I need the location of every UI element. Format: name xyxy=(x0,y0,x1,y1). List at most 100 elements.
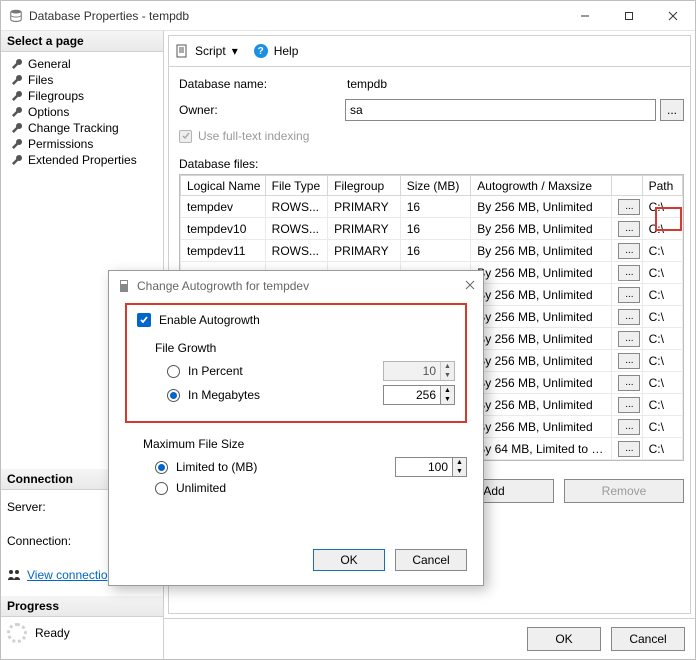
enable-autogrowth-checkbox[interactable]: Enable Autogrowth xyxy=(137,313,455,327)
autogrowth-edit-button[interactable]: ... xyxy=(618,221,640,237)
remove-button: Remove xyxy=(564,479,684,503)
close-button[interactable] xyxy=(651,1,695,31)
wrench-icon xyxy=(11,106,23,118)
limited-radio[interactable] xyxy=(155,461,168,474)
sidebar-item-filegroups[interactable]: Filegroups xyxy=(5,88,159,104)
autogrowth-edit-button[interactable]: ... xyxy=(618,243,640,259)
connection-icon xyxy=(7,569,23,581)
table-cell: tempdev11 xyxy=(181,240,266,262)
sidebar-item-options[interactable]: Options xyxy=(5,104,159,120)
owner-label: Owner: xyxy=(179,103,345,117)
dbname-label: Database name: xyxy=(179,77,345,91)
progress-status: Ready xyxy=(35,626,70,640)
table-cell: C:\ xyxy=(642,372,682,394)
table-cell: C:\ xyxy=(642,306,682,328)
column-header[interactable]: Filegroup xyxy=(328,176,401,196)
table-cell: 16 xyxy=(400,196,471,218)
sidebar-item-label: Permissions xyxy=(28,137,93,151)
sidebar-item-label: Change Tracking xyxy=(28,121,119,135)
table-cell: ROWS... xyxy=(265,218,327,240)
maxsize-group-label: Maximum File Size xyxy=(143,437,467,451)
table-cell: C:\ xyxy=(642,196,682,218)
owner-input[interactable] xyxy=(345,99,656,121)
sidebar-item-extended-properties[interactable]: Extended Properties xyxy=(5,152,159,168)
autogrowth-edit-button[interactable]: ... xyxy=(618,309,640,325)
unlimited-label: Unlimited xyxy=(176,481,226,495)
select-page-header: Select a page xyxy=(1,31,163,52)
table-cell: C:\ xyxy=(642,218,682,240)
column-header[interactable]: Size (MB) xyxy=(400,176,471,196)
in-megabytes-radio[interactable] xyxy=(167,389,180,402)
script-dropdown[interactable]: ▾ xyxy=(232,44,238,58)
wrench-icon xyxy=(11,122,23,134)
dialog-cancel-button[interactable]: Cancel xyxy=(395,549,467,571)
column-header[interactable]: File Type xyxy=(265,176,327,196)
sidebar-item-change-tracking[interactable]: Change Tracking xyxy=(5,120,159,136)
table-cell: C:\ xyxy=(642,262,682,284)
table-row[interactable]: tempdevROWS...PRIMARY16By 256 MB, Unlimi… xyxy=(181,196,683,218)
highlight-filegrowth-section: Enable Autogrowth File Growth In Percent… xyxy=(125,303,467,423)
megabytes-input[interactable]: 256 ▲▼ xyxy=(383,385,455,405)
autogrowth-dialog: Change Autogrowth for tempdev Enable Aut… xyxy=(108,270,484,586)
help-button[interactable]: Help xyxy=(274,44,299,58)
dialog-close-button[interactable] xyxy=(465,279,475,293)
dbname-value: tempdb xyxy=(345,77,387,91)
autogrowth-edit-button[interactable]: ... xyxy=(618,397,640,413)
in-percent-radio[interactable] xyxy=(167,365,180,378)
titlebar: Database Properties - tempdb xyxy=(1,1,695,31)
script-button[interactable]: Script xyxy=(195,44,226,58)
owner-browse-button[interactable]: ... xyxy=(660,99,684,121)
sidebar-item-label: General xyxy=(28,57,71,71)
column-header[interactable]: Autogrowth / Maxsize xyxy=(471,176,612,196)
table-cell: 16 xyxy=(400,240,471,262)
table-cell: By 256 MB, Unlimited xyxy=(471,372,612,394)
autogrowth-edit-button[interactable]: ... xyxy=(618,287,640,303)
table-cell: C:\ xyxy=(642,438,682,460)
table-cell: By 256 MB, Unlimited xyxy=(471,350,612,372)
progress-header: Progress xyxy=(1,596,163,617)
table-row[interactable]: tempdev11ROWS...PRIMARY16By 256 MB, Unli… xyxy=(181,240,683,262)
dialog-ok-button[interactable]: OK xyxy=(313,549,385,571)
limited-spin-up[interactable]: ▲ xyxy=(452,458,466,467)
autogrowth-edit-button[interactable]: ... xyxy=(618,419,640,435)
table-cell: tempdev xyxy=(181,196,266,218)
ok-button[interactable]: OK xyxy=(527,627,601,651)
table-cell: C:\ xyxy=(642,416,682,438)
limited-label: Limited to (MB) xyxy=(176,460,395,474)
table-cell: C:\ xyxy=(642,350,682,372)
column-header[interactable] xyxy=(612,176,642,196)
table-row[interactable]: tempdev10ROWS...PRIMARY16By 256 MB, Unli… xyxy=(181,218,683,240)
autogrowth-edit-button[interactable]: ... xyxy=(618,375,640,391)
sidebar-item-general[interactable]: General xyxy=(5,56,159,72)
table-cell: C:\ xyxy=(642,284,682,306)
unlimited-radio[interactable] xyxy=(155,482,168,495)
autogrowth-edit-button[interactable]: ... xyxy=(618,441,640,457)
sidebar-item-permissions[interactable]: Permissions xyxy=(5,136,159,152)
autogrowth-edit-button[interactable]: ... xyxy=(618,199,640,215)
autogrowth-edit-button[interactable]: ... xyxy=(618,265,640,281)
sidebar-item-label: Extended Properties xyxy=(28,153,137,167)
sidebar-item-label: Filegroups xyxy=(28,89,84,103)
limited-input[interactable]: 100 ▲▼ xyxy=(395,457,467,477)
cancel-button[interactable]: Cancel xyxy=(611,627,685,651)
autogrowth-edit-button[interactable]: ... xyxy=(618,353,640,369)
table-cell: 16 xyxy=(400,218,471,240)
mb-spin-down[interactable]: ▼ xyxy=(440,395,454,404)
sidebar-item-files[interactable]: Files xyxy=(5,72,159,88)
limited-spin-down[interactable]: ▼ xyxy=(452,467,466,476)
maximize-button[interactable] xyxy=(607,1,651,31)
column-header[interactable]: Path xyxy=(642,176,682,196)
autogrowth-edit-button[interactable]: ... xyxy=(618,331,640,347)
mb-spin-up[interactable]: ▲ xyxy=(440,386,454,395)
table-cell: By 256 MB, Unlimited xyxy=(471,394,612,416)
column-header[interactable]: Logical Name xyxy=(181,176,266,196)
sidebar-item-label: Options xyxy=(28,105,69,119)
view-connection-link[interactable]: View connectio xyxy=(27,568,108,582)
wrench-icon xyxy=(11,154,23,166)
fulltext-checkbox: Use full-text indexing xyxy=(179,129,684,143)
dialog-icon xyxy=(117,279,131,293)
table-cell: By 256 MB, Unlimited xyxy=(471,262,612,284)
in-megabytes-label: In Megabytes xyxy=(188,388,383,402)
progress-spinner-icon xyxy=(7,623,27,643)
minimize-button[interactable] xyxy=(563,1,607,31)
